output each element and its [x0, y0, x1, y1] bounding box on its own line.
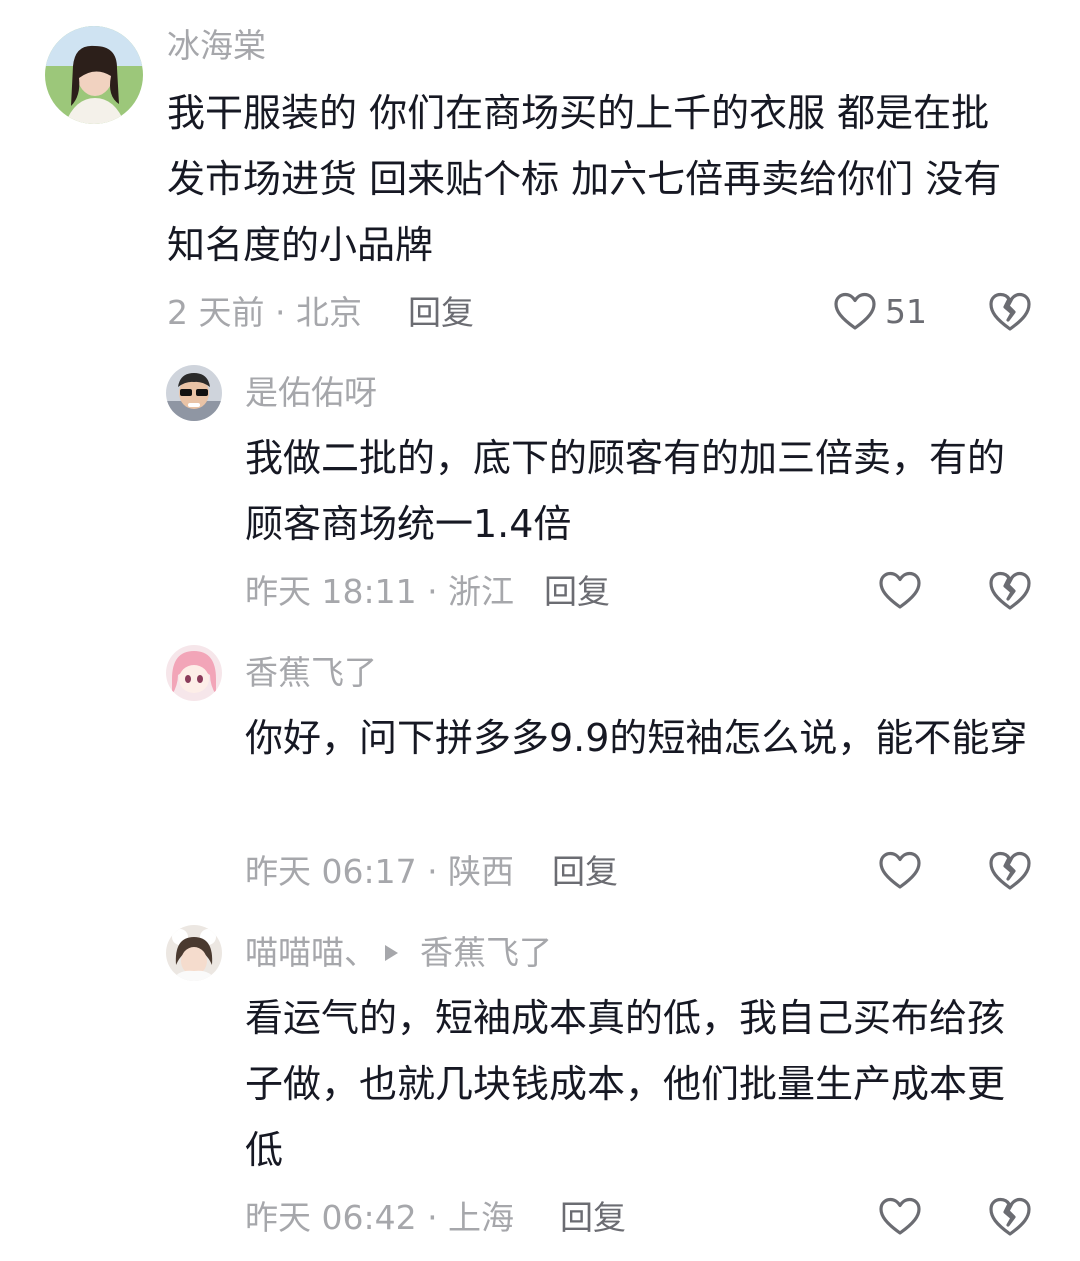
reply-to-username[interactable]: 香蕉飞了 — [420, 933, 552, 972]
username: 喵喵喵、 香蕉飞了 — [245, 933, 552, 973]
heart-outline-icon — [879, 1197, 921, 1235]
username[interactable]: 冰海棠 — [167, 26, 266, 66]
like-button[interactable] — [878, 851, 930, 891]
avatar-image — [166, 645, 222, 701]
comment-meta: 2 天前 · 北京 — [167, 293, 362, 332]
reply-item: 喵喵喵、 香蕉飞了 看运气的，短袖成本真的低，我自己买布给孩子做，也就几块钱成本，… — [0, 905, 1080, 1261]
reply-button[interactable]: 回复 — [544, 572, 610, 612]
like-button[interactable] — [878, 1197, 930, 1237]
username[interactable]: 是佑佑呀 — [245, 373, 377, 413]
reply-button[interactable]: 回复 — [552, 852, 618, 892]
comment-meta: 昨天 06:17 · 陕西 — [245, 852, 515, 891]
dislike-button[interactable] — [988, 290, 1032, 334]
avatar[interactable] — [166, 365, 222, 421]
broken-heart-icon — [989, 1197, 1031, 1236]
username-link[interactable]: 喵喵喵、 — [245, 933, 377, 972]
avatar-image — [166, 365, 222, 421]
avatar[interactable] — [166, 925, 222, 981]
reply-button[interactable]: 回复 — [408, 293, 474, 333]
broken-heart-icon — [989, 292, 1031, 331]
username[interactable]: 香蕉飞了 — [245, 653, 377, 693]
reply-item: 是佑佑呀 我做二批的，底下的顾客有的加三倍卖，有的顾客商场统一1.4倍 昨天 1… — [0, 345, 1080, 625]
avatar-image — [166, 925, 222, 981]
comment-item: 冰海棠 我干服装的 你们在商场买的上千的衣服 都是在批发市场进货 回来贴个标 加… — [0, 0, 1080, 345]
heart-outline-icon — [834, 292, 876, 330]
comment-text: 你好，问下拼多多9.9的短袖怎么说，能不能穿 — [245, 716, 1028, 760]
avatar-image — [45, 26, 143, 124]
like-button[interactable] — [878, 571, 930, 611]
like-count: 51 — [885, 292, 927, 331]
comment-meta: 昨天 18:11 · 浙江 — [245, 572, 515, 611]
dislike-button[interactable] — [988, 1195, 1032, 1239]
reply-item: 香蕉飞了 你好，问下拼多多9.9的短袖怎么说，能不能穿 昨天 06:17 · 陕… — [0, 625, 1080, 905]
comment-text: 我做二批的，底下的顾客有的加三倍卖，有的顾客商场统一1.4倍 — [245, 436, 1006, 546]
heart-outline-icon — [879, 851, 921, 889]
dislike-button[interactable] — [988, 569, 1032, 613]
comment-text: 看运气的，短袖成本真的低，我自己买布给孩子做，也就几块钱成本，他们批量生产成本更… — [245, 996, 1006, 1172]
reply-to-arrow-icon — [385, 944, 398, 961]
avatar[interactable] — [166, 645, 222, 701]
comment-text: 我干服装的 你们在商场买的上千的衣服 都是在批发市场进货 回来贴个标 加六七倍再… — [167, 91, 1002, 267]
comment-meta: 昨天 06:42 · 上海 — [245, 1198, 515, 1237]
avatar[interactable] — [45, 26, 143, 124]
heart-outline-icon — [879, 571, 921, 609]
reply-button[interactable]: 回复 — [560, 1198, 626, 1238]
broken-heart-icon — [989, 851, 1031, 890]
broken-heart-icon — [989, 571, 1031, 610]
like-button[interactable]: 51 — [833, 292, 927, 332]
dislike-button[interactable] — [988, 849, 1032, 893]
